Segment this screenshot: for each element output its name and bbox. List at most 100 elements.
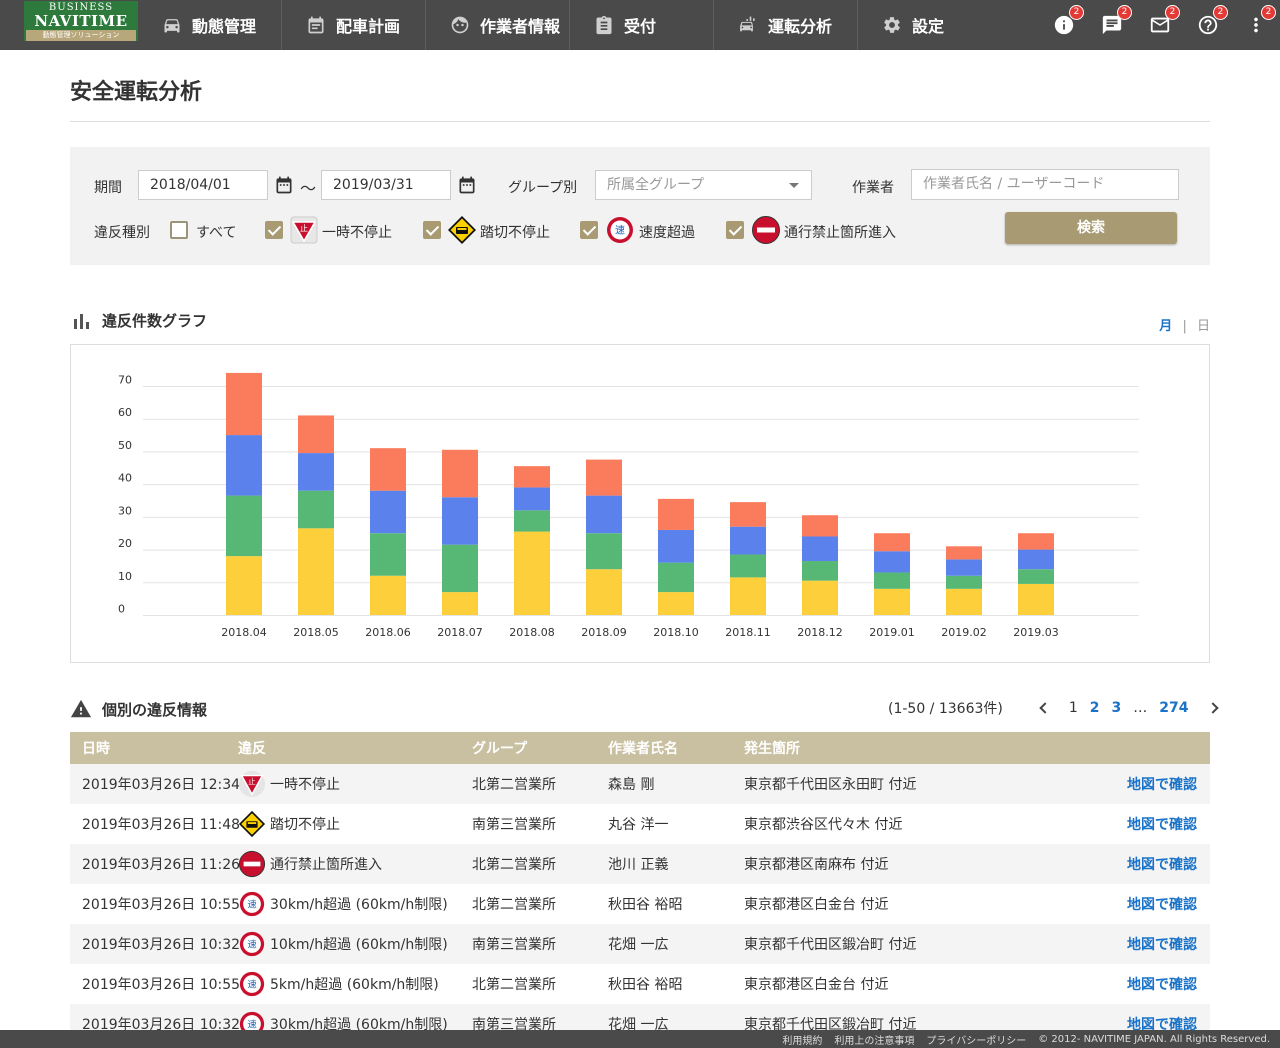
worker-search-input[interactable]: 作業者氏名 / ユーザーコード bbox=[911, 169, 1179, 200]
violation-bar-chart: 0 10 20 30 40 50 60 70 2018.04 2018.05 2018.06 2018… bbox=[118, 372, 1139, 639]
footer-terms-link[interactable]: 利用規約 bbox=[782, 1032, 822, 1047]
map-link[interactable]: 地図で確認 bbox=[1110, 934, 1210, 954]
bar-segment[interactable] bbox=[370, 575, 406, 615]
bar-segment[interactable] bbox=[514, 466, 550, 488]
page-3[interactable]: 3 bbox=[1112, 700, 1122, 716]
page-2[interactable]: 2 bbox=[1090, 700, 1100, 716]
bar-segment[interactable] bbox=[370, 533, 406, 576]
date-from-input[interactable]: 2018/04/01 bbox=[138, 170, 268, 200]
next-page-icon[interactable] bbox=[1206, 702, 1219, 714]
page-last[interactable]: 274 bbox=[1159, 700, 1188, 716]
bar-segment[interactable] bbox=[298, 453, 334, 491]
bar-segment[interactable] bbox=[586, 569, 622, 615]
calendar-icon[interactable] bbox=[274, 175, 294, 195]
checkbox-stop[interactable] bbox=[265, 221, 283, 239]
map-link[interactable]: 地図で確認 bbox=[1110, 814, 1210, 834]
bar-segment[interactable] bbox=[370, 490, 406, 534]
more-button[interactable]: 2 bbox=[1244, 5, 1276, 37]
bar-segment[interactable] bbox=[514, 531, 550, 615]
bar-segment[interactable] bbox=[658, 592, 694, 615]
footer-notes-link[interactable]: 利用上の注意事項 bbox=[834, 1032, 914, 1047]
bar-segment[interactable] bbox=[298, 490, 334, 529]
map-link[interactable]: 地図で確認 bbox=[1110, 974, 1210, 994]
navitime-logo[interactable]: BUSINESS NAVITIME 動態管理ソリューション bbox=[24, 1, 138, 41]
row-place: 東京都千代田区鍛冶町 付近 bbox=[744, 937, 917, 953]
x-tick-label: 2018.11 bbox=[725, 626, 771, 639]
info-button[interactable]: 2 bbox=[1052, 5, 1084, 37]
row-violation-text: 踏切不停止 bbox=[270, 817, 340, 833]
bar-segment[interactable] bbox=[874, 572, 910, 589]
bar-segment[interactable] bbox=[298, 528, 334, 615]
bar-segment[interactable] bbox=[442, 592, 478, 615]
bar-segment[interactable] bbox=[730, 502, 766, 527]
checkbox-speed[interactable] bbox=[580, 221, 598, 239]
help-button[interactable]: 2 bbox=[1196, 5, 1228, 37]
bar-segment[interactable] bbox=[586, 533, 622, 570]
bar-segment[interactable] bbox=[658, 529, 694, 563]
bar-segment[interactable] bbox=[226, 372, 262, 436]
bar-segment[interactable] bbox=[802, 561, 838, 581]
gear-icon bbox=[884, 17, 900, 33]
bar-segment[interactable] bbox=[874, 533, 910, 552]
bar-segment[interactable] bbox=[298, 415, 334, 454]
group-select[interactable]: 所属全グループ bbox=[595, 170, 812, 200]
checkbox-all[interactable] bbox=[170, 221, 188, 239]
row-group: 南第三営業所 bbox=[472, 817, 556, 833]
toggle-month[interactable]: 月 bbox=[1159, 319, 1172, 334]
bar-segment[interactable] bbox=[874, 551, 910, 573]
map-link[interactable]: 地図で確認 bbox=[1110, 894, 1210, 914]
nav-item-dispatch[interactable]: 配車計画 bbox=[282, 0, 426, 50]
group-label: グループ別 bbox=[508, 180, 578, 196]
map-link[interactable]: 地図で確認 bbox=[1110, 774, 1210, 794]
x-tick-label: 2018.10 bbox=[653, 626, 699, 639]
bar-segment[interactable] bbox=[1018, 549, 1054, 570]
map-link[interactable]: 地図で確認 bbox=[1110, 854, 1210, 874]
mail-button[interactable]: 2 bbox=[1148, 5, 1180, 37]
bar-segment[interactable] bbox=[946, 575, 982, 589]
bar-segment[interactable] bbox=[586, 459, 622, 496]
bar-segment[interactable] bbox=[442, 497, 478, 545]
bar-segment[interactable] bbox=[946, 559, 982, 576]
y-tick-label: 30 bbox=[118, 504, 132, 517]
nav-item-settings[interactable]: 設定 bbox=[858, 0, 1002, 50]
nav-item-driving-analysis[interactable]: 運転分析 bbox=[714, 0, 858, 50]
calendar-icon[interactable] bbox=[457, 175, 477, 195]
footer-privacy-link[interactable]: プライバシーポリシー bbox=[926, 1032, 1026, 1047]
bar-segment[interactable] bbox=[514, 510, 550, 532]
toggle-separator: | bbox=[1182, 319, 1187, 334]
nav-item-dynamics[interactable]: 動態管理 bbox=[138, 0, 282, 50]
bar-segment[interactable] bbox=[946, 546, 982, 560]
date-to-input[interactable]: 2019/03/31 bbox=[321, 170, 451, 200]
page-1[interactable]: 1 bbox=[1069, 700, 1078, 716]
bar-segment[interactable] bbox=[1018, 533, 1054, 550]
bar-segment[interactable] bbox=[658, 562, 694, 593]
bar-segment[interactable] bbox=[730, 554, 766, 578]
bar-segment[interactable] bbox=[442, 449, 478, 498]
bar-segment[interactable] bbox=[874, 588, 910, 615]
bar-segment[interactable] bbox=[1018, 583, 1054, 615]
bar-segment[interactable] bbox=[442, 544, 478, 593]
bar-segment[interactable] bbox=[226, 495, 262, 557]
toggle-day[interactable]: 日 bbox=[1197, 319, 1210, 334]
checkbox-railroad[interactable] bbox=[423, 221, 441, 239]
bar-segment[interactable] bbox=[226, 435, 262, 496]
row-worker: 花畑 一広 bbox=[608, 937, 669, 953]
bar-segment[interactable] bbox=[730, 577, 766, 615]
nav-item-reception[interactable]: 受付 bbox=[570, 0, 714, 50]
bar-segment[interactable] bbox=[802, 580, 838, 615]
search-button[interactable]: 検索 bbox=[1005, 212, 1177, 244]
bar-segment[interactable] bbox=[586, 495, 622, 534]
checkbox-no-entry[interactable] bbox=[726, 221, 744, 239]
bar-segment[interactable] bbox=[226, 556, 262, 615]
chat-button[interactable]: 2 bbox=[1100, 5, 1132, 37]
prev-page-icon[interactable] bbox=[1039, 702, 1051, 714]
bar-segment[interactable] bbox=[658, 498, 694, 530]
nav-item-workers[interactable]: 作業者情報 bbox=[426, 0, 570, 50]
bar-segment[interactable] bbox=[802, 515, 838, 537]
bar-segment[interactable] bbox=[730, 526, 766, 555]
bar-segment[interactable] bbox=[946, 588, 982, 615]
bar-segment[interactable] bbox=[1018, 569, 1054, 584]
bar-segment[interactable] bbox=[802, 536, 838, 562]
bar-segment[interactable] bbox=[370, 448, 406, 491]
bar-segment[interactable] bbox=[514, 487, 550, 511]
